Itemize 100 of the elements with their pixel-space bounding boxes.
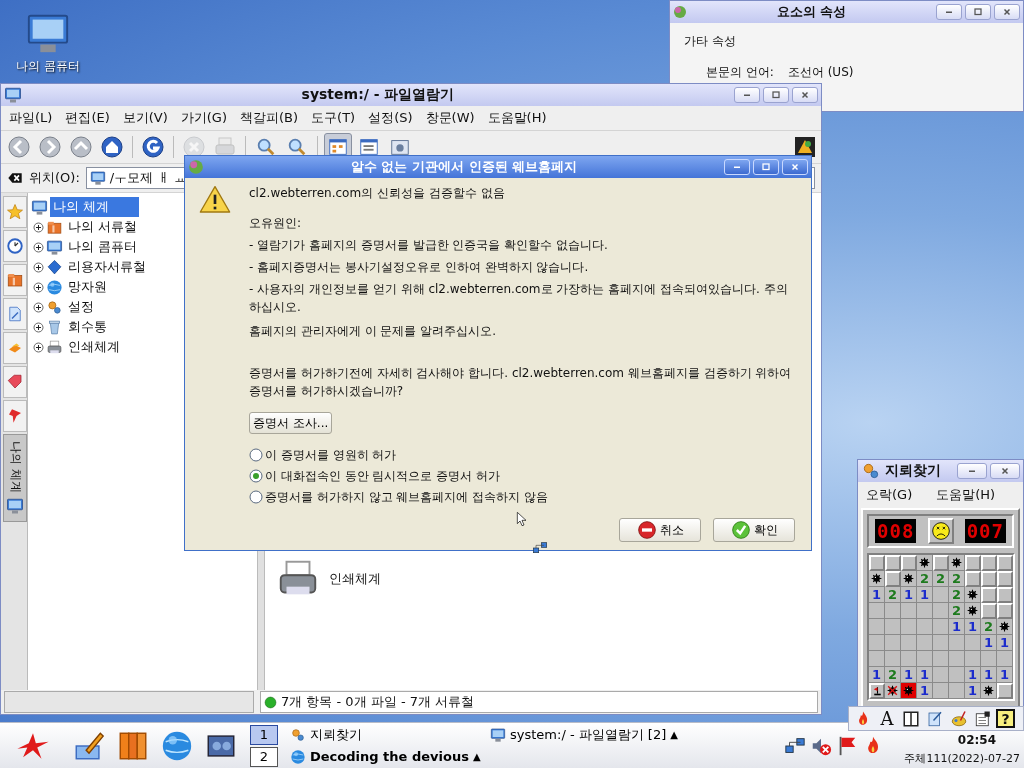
close-button[interactable] — [994, 4, 1020, 20]
tree-item[interactable]: 망자원 — [65, 277, 110, 297]
closed-tile[interactable] — [997, 587, 1013, 603]
desktop-button[interactable]: 1 — [250, 724, 278, 745]
closed-tile[interactable] — [885, 571, 901, 587]
clear-location-icon[interactable] — [7, 170, 23, 186]
sidebar-tab[interactable] — [3, 264, 27, 296]
closed-tile[interactable] — [981, 555, 997, 571]
tree-item[interactable]: 나의 콤퓨터 — [65, 237, 141, 257]
taskbar-button[interactable]: system:/ - 파일열람기 [2] ▲ — [490, 724, 780, 745]
closed-tile[interactable] — [965, 571, 981, 587]
tree-item[interactable]: 나의 서류철 — [65, 217, 141, 237]
logo-icon[interactable] — [793, 135, 817, 159]
number-tile: 1 — [981, 667, 997, 683]
closed-tile[interactable] — [997, 571, 1013, 587]
face-button[interactable] — [927, 518, 954, 544]
sidebar-tab[interactable] — [3, 366, 27, 398]
desktop-icon-label[interactable]: 나의 콤퓨터 — [16, 58, 80, 75]
expand-icon[interactable] — [33, 321, 44, 333]
expand-icon[interactable] — [33, 341, 44, 353]
sidebar-tab[interactable]: 나의 체계 — [3, 434, 27, 522]
minimize-button[interactable] — [936, 4, 962, 20]
menu-item[interactable]: 설정(S) — [368, 109, 413, 127]
menu-item[interactable]: 도움말(H) — [936, 486, 996, 502]
radio-button[interactable] — [249, 469, 263, 483]
notepad-icon — [926, 709, 944, 728]
tree-item[interactable]: 나의 체계 — [50, 197, 140, 217]
examine-button[interactable]: 증명서 조사... — [249, 412, 333, 434]
menu-item[interactable]: 보기(V) — [122, 109, 168, 127]
close-icon — [1001, 6, 1013, 18]
number-tile: 1 — [965, 683, 981, 699]
font-tool-button[interactable]: A — [876, 707, 898, 730]
radio-button[interactable] — [249, 490, 263, 504]
expand-icon[interactable] — [33, 221, 44, 233]
expand-icon[interactable] — [33, 281, 44, 293]
menu-item[interactable]: 도움말(H) — [487, 109, 547, 127]
close-button[interactable] — [792, 87, 818, 103]
radio-label[interactable]: 이 증명서를 영원히 허가 — [265, 446, 397, 464]
open-tile — [885, 603, 901, 619]
printer-icon — [46, 338, 63, 356]
sidebar-tab[interactable] — [3, 298, 27, 330]
location-label: 위치(O): — [29, 169, 80, 187]
open-tile — [885, 619, 901, 635]
closed-tile[interactable] — [997, 683, 1013, 699]
open-tile — [949, 667, 965, 683]
closed-tile[interactable] — [901, 555, 917, 571]
folder-icon — [6, 271, 24, 289]
toolbar-button[interactable] — [139, 133, 167, 161]
help-tool-button[interactable]: ? — [996, 709, 1015, 728]
menu-item[interactable]: 파일(L) — [9, 109, 53, 127]
cancel-button[interactable]: 취소 — [619, 518, 701, 542]
minimize-button[interactable] — [724, 159, 750, 175]
tree-item[interactable]: 회수통 — [65, 317, 110, 337]
expand-icon[interactable] — [33, 301, 44, 313]
number-tile: 2 — [917, 571, 933, 587]
expand-icon[interactable] — [33, 241, 44, 253]
maximize-button[interactable] — [753, 159, 779, 175]
close-button[interactable] — [990, 463, 1020, 479]
menu-item[interactable]: 가기(G) — [180, 109, 227, 127]
magnifier-icon — [286, 136, 308, 158]
taskbar-button[interactable]: 지뢰찾기 — [290, 724, 490, 745]
menu-item[interactable]: 도구(T) — [311, 109, 356, 127]
maximize-button[interactable] — [965, 4, 991, 20]
menu-item[interactable]: 책갈피(B) — [240, 109, 299, 127]
expand-icon[interactable] — [33, 261, 44, 273]
field-label: 본문의 언어: — [706, 64, 774, 81]
taskbar-button[interactable]: Decoding the devious ▲ — [290, 746, 490, 767]
closed-tile[interactable] — [981, 571, 997, 587]
file-item-label[interactable]: 인쇄체계 — [329, 570, 381, 588]
maximize-button[interactable] — [763, 87, 789, 103]
closed-tile[interactable] — [885, 555, 901, 571]
radio-label[interactable]: 증명서를 허가하지 않고 웨브홈페지에 접속하지 않음 — [265, 488, 549, 506]
closed-tile[interactable] — [981, 603, 997, 619]
clock[interactable]: 02:54 — [957, 733, 996, 747]
closed-tile[interactable] — [981, 587, 997, 603]
menu-item[interactable]: 창문(W) — [425, 109, 475, 127]
sidebar-tab[interactable] — [3, 230, 27, 262]
toolbar-button[interactable] — [98, 133, 126, 161]
tree-item[interactable]: 설정 — [65, 297, 97, 317]
desktop-button[interactable]: 2 — [250, 746, 278, 767]
menu-item[interactable]: 오락(G) — [866, 486, 913, 502]
closed-tile[interactable] — [997, 555, 1013, 571]
flagged-tile[interactable] — [869, 683, 885, 699]
computer-icon — [490, 726, 506, 743]
radio-label[interactable]: 이 대화접속인 동안 림시적으로 증명서 허가 — [265, 467, 501, 485]
tree-item[interactable]: 리용자서류철 — [65, 257, 149, 277]
closed-tile[interactable] — [997, 603, 1013, 619]
computer-icon — [31, 198, 48, 216]
minimize-button[interactable] — [734, 87, 760, 103]
gears-icon — [290, 726, 306, 743]
sidebar-tab[interactable] — [3, 400, 27, 432]
minimize-button[interactable] — [957, 463, 987, 479]
ok-button[interactable]: 확인 — [713, 518, 795, 542]
tree-item[interactable]: 인쇄체계 — [65, 337, 123, 357]
menu-item[interactable]: 편집(E) — [65, 109, 110, 127]
radio-button[interactable] — [249, 448, 263, 462]
closed-tile[interactable] — [869, 555, 885, 571]
closed-tile[interactable] — [965, 555, 981, 571]
closed-tile[interactable] — [933, 555, 949, 571]
maximize-icon — [760, 161, 772, 173]
